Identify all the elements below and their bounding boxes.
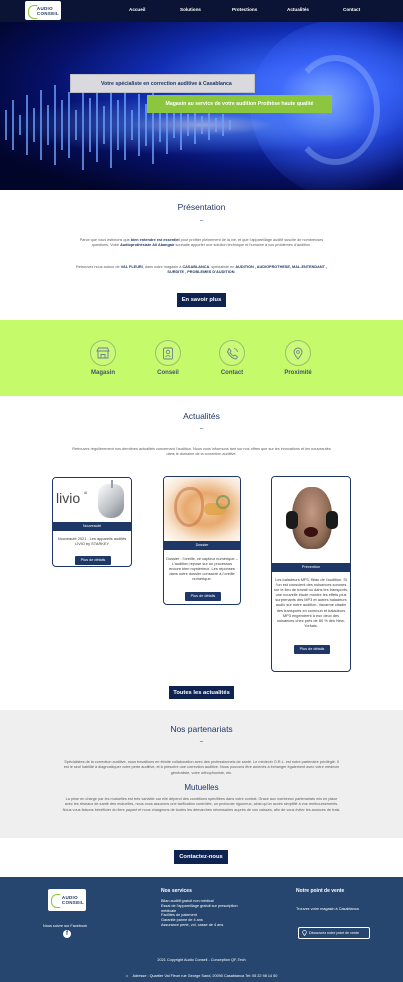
partners-dash: – (199, 739, 204, 745)
nav-menu: Accueil Solutions Protections Actualités… (0, 7, 403, 15)
copyright-text: 2021 Copyright Audio Conseil - Conceptio… (157, 958, 246, 962)
feature-conseil[interactable]: Conseil (143, 340, 193, 376)
decouvrez-point-de-vente-button[interactable]: Découvrez notre point de vente (298, 927, 370, 939)
hero-banner: Votre spécialiste en correction auditive… (0, 0, 403, 190)
feature-label: Conseil (157, 370, 179, 376)
point-de-vente-text: Trouvez votre magasin à Casablanca (296, 907, 359, 911)
mutuelles-paragraph: La prise en charge par les mutuelles est… (62, 797, 341, 812)
services-title: Nos services (161, 888, 192, 894)
contact-card-icon (163, 347, 173, 359)
man-with-headphones-image (272, 477, 350, 563)
news-card-text: Dossier : l’oreille, ce capteur numériqu… (166, 556, 238, 582)
map-pin-icon (302, 930, 307, 936)
phone-icon (226, 347, 238, 359)
toutes-les-actualites-button[interactable]: Toutes les actualités (169, 686, 234, 699)
mutuelles-title: Mutuelles (184, 783, 219, 792)
presentation-dash: – (199, 218, 204, 224)
address-line: ⌂ Adresse : Quartier Val Fleuri rue Geor… (125, 973, 278, 978)
services-list: Bilan auditif gratuit non médical Essai … (161, 899, 241, 928)
news-card-dossier: Dossier Dossier : l’oreille, ce capteur … (163, 476, 241, 605)
nav-item-accueil[interactable]: Accueil (129, 7, 145, 12)
news-card-prevention: Prévention Les baladeurs MP3, fléau de l… (271, 476, 351, 672)
facebook-follow-text: Nous suivre sur Facebook (43, 924, 88, 928)
footer-logo[interactable]: AUDIO CONSEIL (48, 889, 86, 911)
map-pin-icon (293, 347, 303, 360)
plus-de-details-button[interactable]: Plus de détails (185, 592, 221, 601)
plus-de-details-button[interactable]: Plus de détails (294, 645, 330, 654)
presentation-paragraph-1: Parce que vous estimons que bien entendr… (79, 238, 324, 248)
site-footer: AUDIO CONSEIL Nous suivre sur Facebook f… (0, 877, 403, 982)
hero-tagline: Votre spécialiste en correction auditive… (70, 74, 255, 93)
partners-paragraph: Spécialistes de la correction auditive, … (63, 760, 340, 775)
presentation-title: Présentation (177, 202, 226, 212)
news-card-tag: Prévention (272, 563, 350, 572)
news-card-text: Nouveauté 2021 : Les appareils auditifs … (57, 536, 127, 547)
contactez-nous-button[interactable]: Contactez-nous (174, 850, 228, 864)
feature-contact[interactable]: Contact (207, 340, 257, 376)
news-card-text: Les baladeurs MP3, fléau de l’audition. … (274, 577, 348, 628)
feature-label: Contact (220, 370, 244, 376)
features-band (0, 320, 403, 396)
feature-magasin[interactable]: Magasin (78, 340, 128, 376)
en-savoir-plus-button[interactable]: En savoir plus (177, 293, 226, 307)
partners-title: Nos partenariats (170, 724, 233, 734)
hero-subline: Magasin au service de votre audition Pro… (147, 95, 332, 113)
presentation-paragraph-2: Retrouvez nous autour de VAL FLEURI, dan… (75, 265, 328, 275)
facebook-icon[interactable]: f (63, 930, 71, 938)
nav-item-protections[interactable]: Protections (232, 7, 257, 12)
news-card-tag: Dossier (164, 541, 240, 550)
ear-anatomy-image (164, 477, 240, 541)
ear-logo-icon (50, 893, 61, 908)
livio-hearing-aid-image: livio AI (53, 478, 131, 522)
plus-de-details-button[interactable]: Plus de détails (75, 556, 111, 565)
nav-item-solutions[interactable]: Solutions (180, 7, 201, 12)
news-card-nouveaute: livio AI Nouveauté Nouveauté 2021 : Les a… (52, 477, 132, 567)
news-intro: Retrouvez régulièrement nos dernières ac… (72, 447, 331, 457)
feature-proximite[interactable]: Proximité (273, 340, 323, 376)
services-list-item: Assurance perte, vol, casse de 4 ans (161, 922, 224, 927)
feature-label: Proximité (284, 370, 312, 376)
point-de-vente-title: Notre point de vente (296, 888, 345, 894)
feature-label: Magasin (90, 370, 115, 376)
news-title: Actualités (183, 411, 220, 421)
shop-icon (96, 347, 110, 359)
news-card-tag: Nouveauté (53, 522, 131, 531)
nav-item-contact[interactable]: Contact (343, 7, 360, 12)
home-icon: ⌂ (125, 973, 129, 978)
top-navbar: AUDIO CONSEIL Accueil Solutions Protecti… (0, 0, 403, 22)
nav-item-actualites[interactable]: Actualités (287, 7, 309, 12)
news-dash: – (199, 426, 204, 432)
services-list-item: Essai de l’appareillage gratuit sur pres… (161, 903, 238, 913)
